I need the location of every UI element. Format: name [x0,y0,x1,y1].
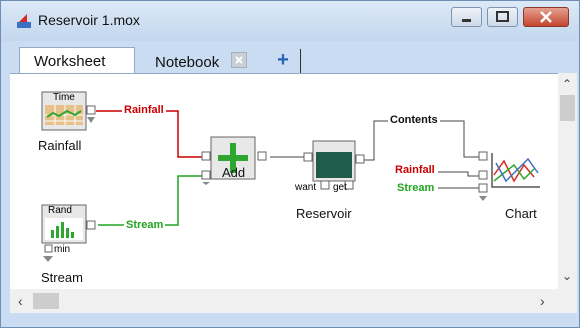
chart-node-label: Chart [505,206,537,221]
close-button[interactable] [523,7,569,27]
worksheet-canvas[interactable]: Time Rainfall Rainfall Rand min Stream S… [10,73,558,290]
maximize-icon [496,11,509,22]
tab-strip: Worksheet Notebook + [9,41,571,73]
scroll-down-icon[interactable]: ⌄ [562,269,572,283]
minimize-icon [462,19,471,22]
plus-icon: + [277,49,289,71]
stream-node[interactable]: Rand min [41,204,96,255]
tab-close-button[interactable] [231,52,247,68]
contents-wire-label: Contents [388,114,440,126]
stream-node-label: Stream [41,270,83,285]
chart-stream-wire-label: Stream [395,182,437,194]
contents-wire[interactable] [362,120,480,161]
app-icon [17,14,31,28]
tab-close-icon [235,56,243,64]
add-node-label: Add [222,165,246,180]
tab-worksheet[interactable]: Worksheet [19,47,135,73]
maximize-button[interactable] [487,7,518,27]
minimize-button[interactable] [451,7,482,27]
title-bar[interactable]: Reservoir 1.mox [1,1,579,41]
chart-node[interactable] [478,151,542,203]
scroll-right-icon[interactable]: › [540,293,545,309]
stream-wire-label: Stream [124,219,166,231]
rainfall-node[interactable]: Time [41,91,96,131]
tab-notebook[interactable]: Notebook [145,47,273,73]
chart-icon [478,151,540,201]
rainfall-icon-text: Time [53,92,75,103]
horizontal-scrollbar[interactable]: ‹ › [10,289,558,313]
stream-option-label: min [54,244,71,255]
stream-icon-text: Rand [48,205,72,216]
rainfall-node-label: Rainfall [38,138,82,153]
rainfall-wire-label: Rainfall [122,104,166,116]
vertical-scroll-thumb[interactable] [560,95,575,121]
add-tab-button[interactable]: + [273,49,293,71]
stream-dropdown-icon[interactable] [43,256,55,264]
chart-rainfall-wire[interactable] [438,171,480,177]
scroll-corner [558,289,577,313]
window-title: Reservoir 1.mox [38,12,140,28]
vertical-scrollbar[interactable]: ⌃ ⌄ [558,73,577,289]
tab-separator [300,49,301,73]
reservoir-want-label: want [295,182,317,193]
close-icon [540,11,552,23]
scroll-up-icon[interactable]: ⌃ [562,77,572,91]
stream-wire[interactable] [98,175,202,226]
tab-worksheet-label: Worksheet [34,53,106,70]
app-window: Reservoir 1.mox Worksheet Notebook + Tim… [0,0,580,328]
horizontal-scroll-thumb[interactable] [33,293,59,309]
tab-notebook-label: Notebook [155,54,220,71]
reservoir-node-label: Reservoir [296,206,352,221]
scroll-left-icon[interactable]: ‹ [18,293,23,309]
chart-rainfall-wire-label: Rainfall [393,164,437,176]
reservoir-get-label: get [333,182,347,193]
rainfall-wire[interactable] [96,110,202,158]
